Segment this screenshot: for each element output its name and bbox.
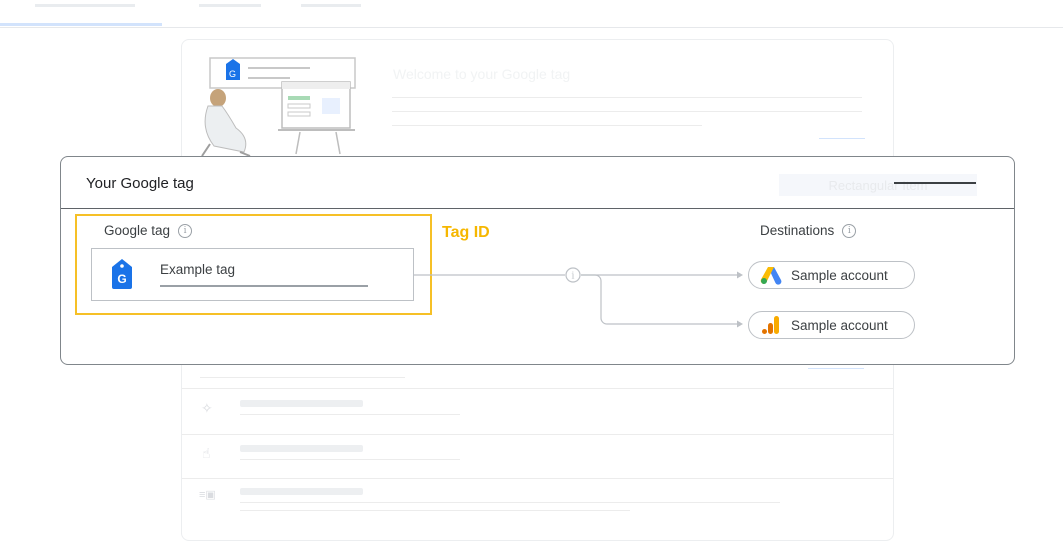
tab-admin[interactable] xyxy=(199,4,261,7)
bg-divider xyxy=(240,459,460,460)
connector-line-bottom xyxy=(581,274,737,325)
bg-row-divider xyxy=(182,478,893,479)
bg-divider xyxy=(392,125,702,126)
bg-link[interactable] xyxy=(819,138,865,139)
tab-overview[interactable] xyxy=(35,4,135,7)
bg-row-divider xyxy=(182,388,893,389)
arrow-head-icon xyxy=(737,320,743,328)
touch-icon: ☝ xyxy=(202,445,211,461)
destination-name: Sample account xyxy=(791,267,888,283)
arrow-head-icon xyxy=(737,271,743,279)
google-ads-logo-icon xyxy=(760,267,782,285)
welcome-title: Welcome to your Google tag xyxy=(393,66,571,82)
bg-divider xyxy=(240,510,630,511)
destination-pill[interactable]: Sample account xyxy=(748,311,915,339)
google-tag-modal: Your Google tag Rectangular Item Google … xyxy=(60,156,1015,365)
bg-link[interactable] xyxy=(808,368,864,369)
bg-text-placeholder xyxy=(240,400,363,407)
bg-text-placeholder xyxy=(240,488,363,495)
svg-text:G: G xyxy=(229,69,236,79)
destination-name: Sample account xyxy=(791,317,888,333)
tab-details[interactable] xyxy=(301,4,361,7)
bg-divider xyxy=(392,97,862,98)
sparkle-icon: ✧ xyxy=(201,400,213,416)
google-analytics-logo-icon xyxy=(762,316,779,334)
contact-list-icon: ≡▣ xyxy=(199,489,216,501)
svg-text:i: i xyxy=(572,272,575,282)
welcome-illustration: G xyxy=(201,57,356,157)
tab-bar xyxy=(0,0,1063,28)
bg-divider xyxy=(392,111,862,112)
bg-divider xyxy=(200,377,405,378)
bg-divider xyxy=(240,414,460,415)
destination-pill[interactable]: Sample account xyxy=(748,261,915,289)
bg-row-divider xyxy=(182,434,893,435)
tab-active-indicator[interactable] xyxy=(0,23,162,26)
bg-text-placeholder xyxy=(240,445,363,452)
bg-divider xyxy=(240,502,780,503)
